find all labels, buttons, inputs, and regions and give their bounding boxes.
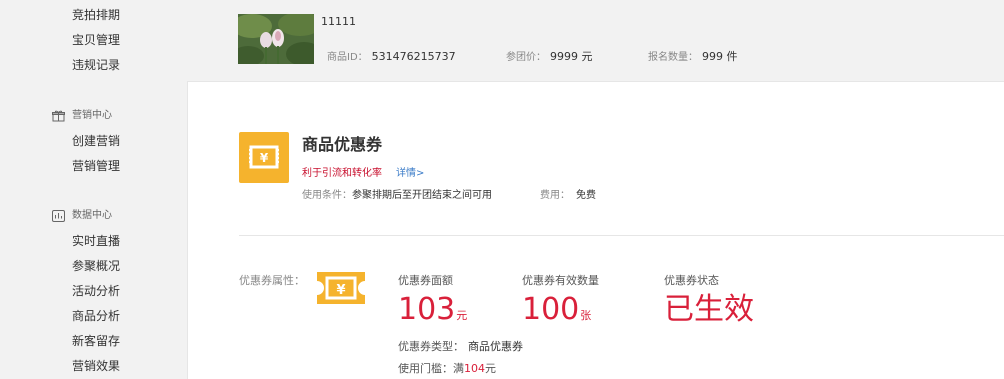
- sidebar-item-overview[interactable]: 参聚概况: [72, 258, 120, 274]
- sidebar-item-auction-schedule[interactable]: 竞拍排期: [72, 7, 120, 23]
- coupon-title: 商品优惠券: [302, 135, 383, 154]
- coupon-type: 优惠券类型： 商品优惠券: [398, 340, 523, 353]
- coupon-badge-icon: ¥: [239, 132, 289, 183]
- sidebar-item-create-marketing[interactable]: 创建营销: [72, 133, 120, 149]
- chart-icon: [52, 210, 65, 222]
- product-name: 11111: [321, 15, 356, 28]
- divider: [239, 235, 1004, 236]
- fee: 费用： 免费: [540, 190, 596, 201]
- valid-count: 100张: [522, 292, 592, 327]
- signup-quantity: 报名数量： 999 件: [648, 50, 738, 63]
- product-row: 11111 商品ID： 531476215737 参团价： 9999 元 报名数量：…: [187, 0, 1004, 81]
- status-value: 已生效: [664, 292, 754, 327]
- sidebar-item-marketing-effect[interactable]: 营销效果: [72, 358, 120, 374]
- coupon-ticket-icon: ¥: [313, 266, 369, 310]
- gift-icon: [52, 110, 65, 122]
- sidebar-group-label: 数据中心: [72, 210, 112, 221]
- face-value: 103元: [398, 292, 468, 327]
- status-label: 优惠券状态: [664, 274, 719, 287]
- usage-threshold: 使用门槛：满104元: [398, 362, 496, 375]
- sidebar-group-data: 数据中心: [52, 209, 112, 223]
- coupon-detail-link[interactable]: 详情>: [396, 164, 424, 179]
- usage-condition: 使用条件：参聚排期后至开团结束之间可用: [302, 190, 492, 201]
- sidebar: 竞拍排期 宝贝管理 违规记录 营销中心 创建营销 营销管理 数据中心 实时直播 …: [0, 0, 187, 379]
- sidebar-item-new-customer-retention[interactable]: 新客留存: [72, 333, 120, 349]
- product-id: 商品ID： 531476215737: [327, 50, 456, 63]
- sidebar-item-live[interactable]: 实时直播: [72, 233, 120, 249]
- coupon-benefit: 利于引流和转化率: [302, 168, 382, 179]
- coupon-attributes-label: 优惠券属性：: [239, 274, 305, 287]
- face-value-label: 优惠券面额: [398, 274, 453, 287]
- coupon-panel: ¥ 商品优惠券 利于引流和转化率 详情> 使用条件：参聚排期后至开团结束之间可用…: [187, 81, 1004, 379]
- valid-count-label: 优惠券有效数量: [522, 274, 599, 287]
- sidebar-group-label: 营销中心: [72, 110, 112, 121]
- product-thumbnail[interactable]: [238, 14, 314, 64]
- sidebar-item-marketing-management[interactable]: 营销管理: [72, 158, 120, 174]
- sidebar-item-activity-analysis[interactable]: 活动分析: [72, 283, 120, 299]
- svg-text:¥: ¥: [336, 283, 345, 298]
- sidebar-item-product-management[interactable]: 宝贝管理: [72, 32, 120, 48]
- svg-text:¥: ¥: [260, 151, 269, 165]
- group-price: 参团价： 9999 元: [506, 50, 593, 63]
- sidebar-group-marketing: 营销中心: [52, 109, 112, 123]
- sidebar-item-product-analysis[interactable]: 商品分析: [72, 308, 120, 324]
- sidebar-item-violation-records[interactable]: 违规记录: [72, 57, 120, 73]
